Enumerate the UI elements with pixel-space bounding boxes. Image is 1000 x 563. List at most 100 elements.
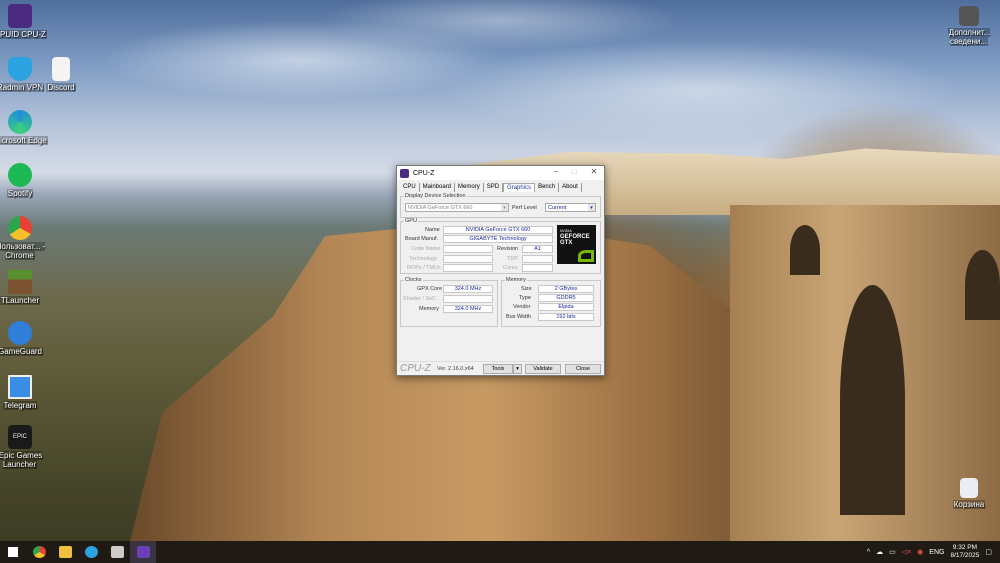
desktop-icon-spotify[interactable]: Spotify	[0, 163, 51, 198]
rops-value	[443, 264, 493, 272]
shader-value	[443, 295, 493, 303]
tools-button[interactable]: Tools	[483, 364, 513, 374]
desktop-icon-chrome[interactable]: Пользоват... - Chrome	[0, 216, 51, 260]
close-button[interactable]: Close	[565, 364, 601, 374]
edge-icon	[8, 110, 32, 134]
tab-cpu[interactable]: CPU	[400, 183, 420, 192]
desktop-icon-recycle-bin[interactable]: Корзина	[938, 478, 1000, 509]
group-label: Display Device Selection	[405, 193, 466, 199]
file-icon	[52, 57, 70, 81]
folder-icon	[58, 546, 72, 558]
desktop-icon-epic[interactable]: EPIC Epic Games Launcher	[0, 425, 51, 469]
vendor-value: Elpida	[538, 303, 594, 311]
codename-value	[443, 245, 493, 253]
bus-width-value: 192 bits	[538, 313, 594, 321]
tab-graphics[interactable]: Graphics	[503, 183, 536, 192]
cores-value	[522, 264, 553, 272]
memory-clock-label: Memory	[419, 306, 439, 312]
board-label: Board Manuf.	[405, 236, 439, 242]
device-value: NVIDIA GeForce GTX 660	[408, 205, 473, 211]
icon-label: CPUID CPU-Z	[0, 30, 47, 39]
notifications-icon[interactable]: ▢	[985, 548, 992, 556]
network-icon[interactable]: ▭	[889, 548, 896, 556]
cpuz-logo-icon	[400, 168, 409, 178]
name-label: Name	[425, 227, 440, 233]
revision-label: Revision	[497, 246, 519, 252]
logo-text: GTX	[560, 240, 573, 246]
tab-bar: CPU Mainboard Memory SPD Graphics Bench …	[397, 180, 604, 192]
tab-memory[interactable]: Memory	[455, 183, 484, 192]
desktop-icon-more-info[interactable]: Дополнит... сведени...	[938, 6, 1000, 46]
tools-dropdown-button[interactable]: ▾	[513, 364, 522, 374]
device-select[interactable]: NVIDIA GeForce GTX 660 ▾	[405, 203, 509, 212]
type-label: Type	[519, 295, 531, 301]
desktop-icon-gameguard[interactable]: GameGuard	[0, 321, 51, 356]
desktop-icon-edge[interactable]: Microsoft Edge	[0, 110, 51, 145]
chevron-up-icon[interactable]: ^	[867, 549, 870, 556]
epic-games-icon: EPIC	[8, 425, 32, 449]
desktop-icon-cpuz[interactable]: CPUID CPU-Z	[0, 4, 51, 39]
telegram-icon	[84, 546, 98, 558]
desktop-icon-discord[interactable]: Discord	[30, 57, 92, 92]
chevron-down-icon: ▾	[501, 204, 508, 211]
minimize-button[interactable]: –	[547, 167, 565, 179]
tab-bench[interactable]: Bench	[535, 183, 560, 192]
tab-mainboard[interactable]: Mainboard	[420, 183, 456, 192]
group-label: GPU	[405, 218, 417, 224]
windows-icon	[8, 547, 18, 557]
validate-button[interactable]: Validate	[525, 364, 561, 374]
taskbar-telegram[interactable]	[78, 541, 104, 563]
icon-label: Discord	[46, 83, 76, 92]
desktop-icon-tlauncher[interactable]: TLauncher	[0, 270, 51, 305]
bus-width-label: Bus Width	[506, 314, 532, 320]
icon-label: Дополнит... сведени...	[947, 28, 991, 46]
technology-value	[443, 255, 493, 263]
maximize-button[interactable]: □	[565, 167, 583, 179]
clock[interactable]: 9:32 PM 8/17/2025	[950, 544, 979, 560]
cpuz-icon	[8, 4, 32, 28]
icon-label: Корзина	[952, 500, 986, 509]
window-title: CPU-Z	[413, 169, 435, 177]
computer-icon	[110, 546, 124, 558]
gameguard-icon	[8, 321, 32, 345]
technology-label: Technology	[409, 256, 437, 262]
chrome-icon	[8, 216, 32, 240]
taskbar: ^ ☁ ▭ ◁× ◉ ENG 9:32 PM 8/17/2025 ▢	[0, 541, 1000, 563]
icon-label: TLauncher	[0, 296, 41, 305]
group-label: Clocks	[405, 277, 422, 283]
tlauncher-icon	[8, 270, 32, 294]
tdp-label: TDP	[507, 256, 518, 262]
taskbar-app[interactable]	[104, 541, 130, 563]
tab-about[interactable]: About	[559, 183, 582, 192]
language-indicator[interactable]: ENG	[929, 549, 944, 556]
nvidia-eye-icon	[578, 250, 594, 262]
rops-label: ROPs / TMUs	[407, 265, 441, 271]
revision-value: A1	[522, 245, 553, 253]
gpu-core-value: 324.0 MHz	[443, 285, 493, 293]
taskbar-explorer[interactable]	[52, 541, 78, 563]
security-icon[interactable]: ◉	[917, 548, 923, 556]
version-text: Ver. 2.16.0.x64	[437, 366, 474, 372]
desktop-icon-telegram[interactable]: Telegram	[0, 375, 51, 410]
cpuz-window[interactable]: CPU-Z – □ ✕ CPU Mainboard Memory SPD Gra…	[396, 165, 605, 376]
codename-label: Code Name	[411, 246, 441, 252]
perf-level-label: Perf Level	[512, 205, 537, 211]
close-window-button[interactable]: ✕	[585, 167, 603, 179]
icon-label: Telegram	[2, 401, 38, 410]
cloud-icon[interactable]: ☁	[876, 548, 883, 556]
type-value: GDDR5	[538, 294, 594, 302]
tab-spd[interactable]: SPD	[484, 183, 504, 192]
gpu-name-value: NVIDIA GeForce GTX 660	[443, 226, 553, 234]
cores-label: Cores	[503, 265, 518, 271]
perf-level-select[interactable]: Current ▾	[545, 203, 596, 212]
taskbar-chrome[interactable]	[26, 541, 52, 563]
icon-label: Epic Games Launcher	[0, 451, 43, 469]
telegram-icon	[8, 375, 32, 399]
footer: CPU-Z Ver. 2.16.0.x64 Tools ▾ Validate C…	[397, 361, 604, 375]
date: 8/17/2025	[950, 552, 980, 559]
taskbar-cpuz[interactable]	[130, 541, 156, 563]
icon-label: Пользоват... - Chrome	[0, 242, 46, 260]
start-button[interactable]	[0, 541, 26, 563]
volume-muted-icon[interactable]: ◁×	[902, 548, 911, 556]
info-app-icon	[959, 6, 979, 26]
